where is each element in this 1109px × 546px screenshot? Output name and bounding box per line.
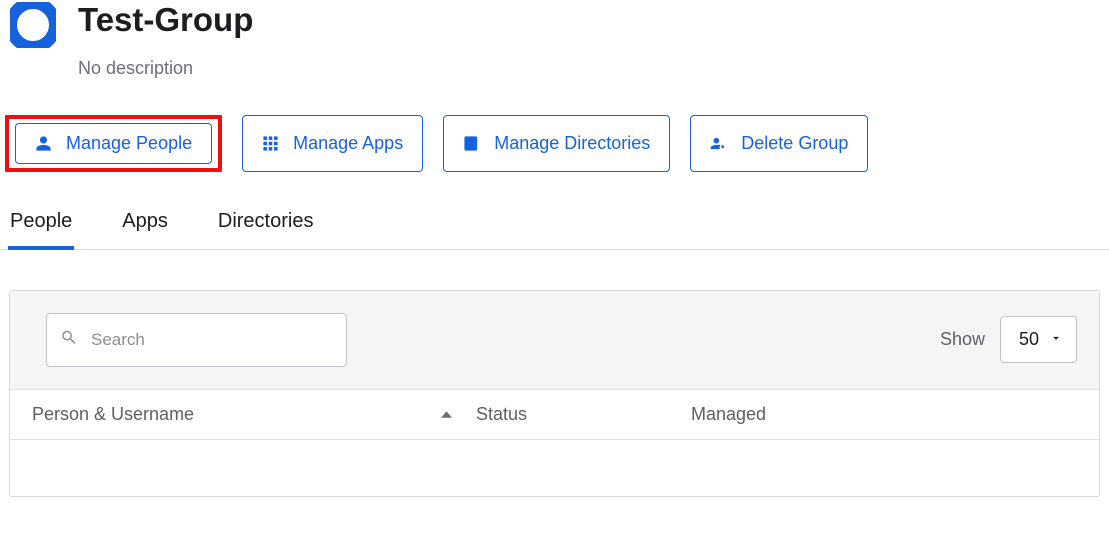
people-table: Show 50 Person & Username Status Managed (9, 290, 1100, 497)
tab-people[interactable]: People (10, 210, 72, 249)
manage-apps-button[interactable]: Manage Apps (242, 115, 423, 172)
tab-apps[interactable]: Apps (122, 210, 168, 249)
tab-directories[interactable]: Directories (218, 210, 314, 249)
column-person-username[interactable]: Person & Username (32, 404, 476, 425)
manage-directories-label: Manage Directories (494, 133, 650, 154)
manage-directories-button[interactable]: Manage Directories (443, 115, 670, 172)
manage-people-button[interactable]: Manage People (15, 123, 212, 164)
table-toolbar: Show 50 (10, 291, 1099, 390)
table-body (10, 440, 1099, 496)
delete-person-icon (710, 135, 727, 152)
group-logo-icon (10, 2, 56, 48)
person-icon (35, 135, 52, 152)
sort-asc-icon (441, 411, 452, 418)
show-label: Show (940, 329, 985, 350)
grid-icon (262, 135, 279, 152)
column-person-label: Person & Username (32, 404, 194, 425)
highlight-manage-people: Manage People (5, 115, 222, 172)
column-managed[interactable]: Managed (691, 404, 1077, 425)
manage-apps-label: Manage Apps (293, 133, 403, 154)
column-status[interactable]: Status (476, 404, 691, 425)
page-size-value: 50 (1019, 329, 1039, 350)
table-header-row: Person & Username Status Managed (10, 390, 1099, 440)
group-title: Test-Group (78, 0, 253, 40)
delete-group-button[interactable]: Delete Group (690, 115, 868, 172)
tabs-bar: People Apps Directories (0, 172, 1109, 250)
chevron-down-icon (1049, 329, 1063, 350)
group-description: No description (78, 58, 253, 79)
page-size-select[interactable]: 50 (1000, 316, 1077, 363)
directory-icon (463, 135, 480, 152)
delete-group-label: Delete Group (741, 133, 848, 154)
search-input[interactable] (46, 313, 347, 367)
manage-people-label: Manage People (66, 133, 192, 154)
